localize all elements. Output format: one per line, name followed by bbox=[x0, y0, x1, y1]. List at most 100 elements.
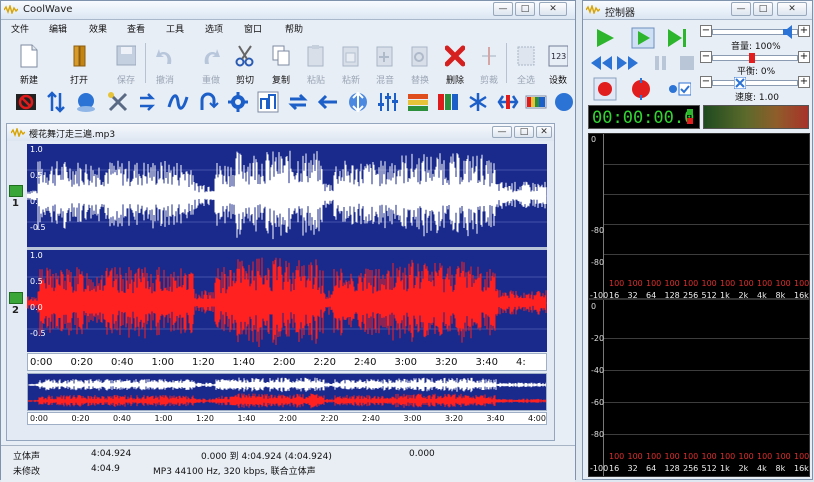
time-tick-label: 1:00 bbox=[151, 357, 174, 368]
peak-value: 100 bbox=[609, 452, 625, 461]
volume-slider[interactable]: − + bbox=[700, 25, 810, 39]
document-titlebar[interactable]: 樱花舞汀走三遍.mp3 — □ ✕ bbox=[7, 124, 554, 141]
doc-minimize-button[interactable]: — bbox=[492, 126, 512, 138]
balance-minus-button[interactable]: − bbox=[700, 51, 712, 63]
overview-canvas[interactable] bbox=[28, 374, 547, 411]
vertical-arrows-icon[interactable] bbox=[45, 91, 67, 113]
control-titlebar[interactable]: 控制器 — □ ✕ bbox=[583, 1, 812, 20]
rainbow-icon[interactable] bbox=[525, 91, 547, 113]
peak-value: 100 bbox=[757, 279, 773, 288]
minimize-button[interactable]: — bbox=[493, 2, 513, 16]
menu-effects[interactable]: 效果 bbox=[89, 22, 107, 35]
doc-maximize-button[interactable]: □ bbox=[514, 126, 534, 138]
right-arrows-icon[interactable] bbox=[137, 91, 159, 113]
volume-plus-button[interactable]: + bbox=[798, 25, 810, 37]
balance-plus-button[interactable]: + bbox=[798, 51, 810, 63]
maximize-button[interactable]: □ bbox=[515, 2, 535, 16]
fast-forward-button[interactable] bbox=[616, 53, 640, 77]
record-button[interactable] bbox=[593, 77, 617, 101]
mix-button[interactable]: 混音 bbox=[369, 39, 401, 87]
main-titlebar[interactable]: CoolWave — □ ✕ bbox=[1, 1, 575, 20]
play-loop-button[interactable] bbox=[631, 26, 655, 50]
menu-options[interactable]: 选项 bbox=[205, 22, 223, 35]
speed-slider[interactable]: − + bbox=[700, 76, 810, 90]
frequency-label: 128 bbox=[664, 291, 680, 299]
ctl-minimize-button[interactable]: — bbox=[731, 2, 751, 16]
select-all-icon bbox=[517, 46, 535, 66]
speed-minus-button[interactable]: − bbox=[700, 76, 712, 88]
spectrum-icon[interactable] bbox=[407, 91, 429, 113]
waveform-canvas[interactable] bbox=[27, 144, 547, 352]
redo-button[interactable]: 重做 bbox=[195, 39, 227, 87]
balance-slider[interactable]: − + bbox=[700, 51, 810, 65]
volume-thumb-icon[interactable] bbox=[782, 25, 796, 39]
balance-thumb-icon[interactable] bbox=[749, 53, 755, 63]
ctl-close-button[interactable]: ✕ bbox=[777, 2, 807, 16]
open-label: 打开 bbox=[69, 76, 88, 86]
cut-button[interactable]: 剪切 bbox=[229, 39, 261, 87]
frequency-label: 128 bbox=[664, 464, 680, 473]
swap-icon[interactable] bbox=[287, 91, 309, 113]
frequency-label: 32 bbox=[627, 291, 638, 299]
play-selection-icon[interactable] bbox=[553, 91, 575, 113]
menu-window[interactable]: 窗口 bbox=[244, 22, 262, 35]
split-icon[interactable] bbox=[467, 91, 489, 113]
play-button[interactable] bbox=[593, 26, 617, 50]
overview-waveform[interactable] bbox=[27, 373, 547, 411]
record-settings-button[interactable] bbox=[667, 81, 691, 105]
right-channel-toggle[interactable] bbox=[9, 292, 23, 304]
wave-curve-icon[interactable] bbox=[167, 91, 189, 113]
menu-help[interactable]: 帮助 bbox=[285, 22, 303, 35]
sphere-icon[interactable] bbox=[75, 91, 97, 113]
left-arrow-icon[interactable] bbox=[317, 91, 339, 113]
menu-view[interactable]: 查看 bbox=[127, 22, 145, 35]
menu-tools[interactable]: 工具 bbox=[166, 22, 184, 35]
copy-button[interactable]: 复制 bbox=[265, 39, 297, 87]
record-loop-button[interactable] bbox=[629, 77, 653, 101]
no-sign-icon[interactable] bbox=[15, 91, 37, 113]
stop-button[interactable] bbox=[675, 53, 699, 77]
rewind-button[interactable] bbox=[589, 53, 613, 77]
time-ruler[interactable]: 0:00 0:20 0:40 1:00 1:20 1:40 2:00 2:20 2:40 3:00… bbox=[27, 353, 547, 371]
freq-left-label-bottom: -100 bbox=[590, 464, 609, 473]
speed-thumb-icon[interactable] bbox=[734, 77, 747, 89]
volume-minus-button[interactable]: − bbox=[700, 25, 712, 37]
trim-button[interactable]: 剪裁 bbox=[473, 39, 505, 87]
replace-button[interactable]: 替换 bbox=[404, 39, 436, 87]
speed-track[interactable] bbox=[712, 80, 798, 86]
paste-label: 粘贴 bbox=[306, 76, 325, 86]
speed-plus-button[interactable]: + bbox=[798, 76, 810, 88]
peak-value: 100 bbox=[627, 279, 643, 288]
loop-icon[interactable] bbox=[197, 91, 219, 113]
join-icon[interactable] bbox=[497, 91, 519, 113]
select-all-button[interactable]: 全选 bbox=[510, 39, 542, 87]
expand-vertical-icon[interactable] bbox=[347, 91, 369, 113]
amplitude-icon[interactable] bbox=[257, 91, 279, 113]
frequency-label: 1k bbox=[720, 464, 730, 473]
ctl-maximize-button[interactable]: □ bbox=[753, 2, 773, 16]
paste-new-button[interactable]: 粘新 bbox=[335, 39, 367, 87]
set-number-button[interactable]: 123 设数 bbox=[542, 39, 574, 87]
equalizer-sliders-icon[interactable] bbox=[377, 91, 399, 113]
open-button[interactable]: 打开 bbox=[63, 39, 95, 87]
play-to-end-button[interactable] bbox=[665, 26, 689, 50]
new-button[interactable]: 新建 bbox=[13, 39, 45, 87]
left-channel-toggle[interactable] bbox=[9, 185, 23, 197]
paste-button[interactable]: 粘贴 bbox=[300, 39, 332, 87]
close-button[interactable]: ✕ bbox=[539, 2, 567, 16]
pause-button[interactable] bbox=[649, 53, 673, 77]
doc-close-button[interactable]: ✕ bbox=[536, 126, 552, 138]
waveform-trace bbox=[27, 150, 547, 240]
overview-time-ruler[interactable]: 0:00 0:20 0:40 1:00 1:20 1:40 2:00 2:20 2:40 3:00… bbox=[27, 412, 547, 425]
waveform-view[interactable]: 1.0 0.5 0.0 -0.5 1.0 0.5 0.0 -0.5 bbox=[27, 144, 547, 352]
balance-track[interactable] bbox=[712, 55, 798, 61]
save-button[interactable]: 保存 bbox=[110, 39, 142, 87]
undo-button[interactable]: 撤消 bbox=[149, 39, 181, 87]
crossed-tools-icon[interactable] bbox=[107, 91, 129, 113]
menu-edit[interactable]: 编辑 bbox=[49, 22, 67, 35]
timer-indicator-green bbox=[687, 109, 693, 115]
color-bars-icon[interactable] bbox=[437, 91, 459, 113]
delete-button[interactable]: 删除 bbox=[439, 39, 471, 87]
menu-file[interactable]: 文件 bbox=[11, 22, 29, 35]
gear-icon[interactable] bbox=[227, 91, 249, 113]
